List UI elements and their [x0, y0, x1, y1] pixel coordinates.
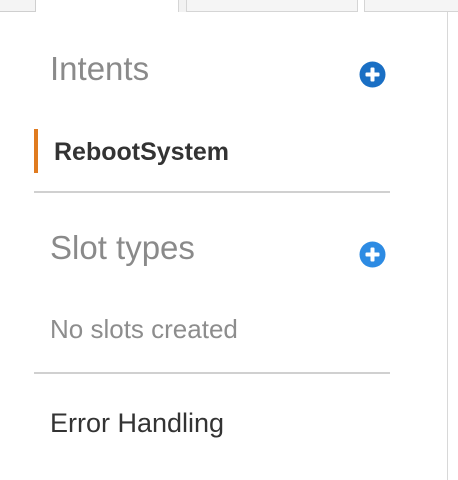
- plus-circle-icon: [359, 61, 386, 88]
- builder-sidebar: Intents RebootSystem Slot types No slots…: [0, 0, 458, 480]
- slot-types-empty-text: No slots created: [50, 314, 238, 344]
- section-divider: [34, 372, 390, 374]
- panel-divider: [447, 12, 448, 480]
- intents-heading: Intents: [50, 50, 150, 87]
- intent-label: RebootSystem: [54, 138, 230, 166]
- section-divider: [34, 191, 390, 193]
- add-slot-type-button[interactable]: [359, 241, 386, 268]
- selected-indicator: [34, 129, 38, 173]
- error-handling-link[interactable]: Error Handling: [50, 410, 224, 437]
- tab-item[interactable]: [364, 0, 458, 12]
- tab-active[interactable]: [0, 0, 36, 12]
- slot-types-heading: Slot types: [50, 229, 195, 266]
- add-intent-button[interactable]: [359, 61, 386, 88]
- plus-circle-icon: [359, 241, 386, 268]
- tab-item[interactable]: [186, 0, 358, 12]
- intent-item-rebootsystem[interactable]: RebootSystem: [34, 129, 390, 173]
